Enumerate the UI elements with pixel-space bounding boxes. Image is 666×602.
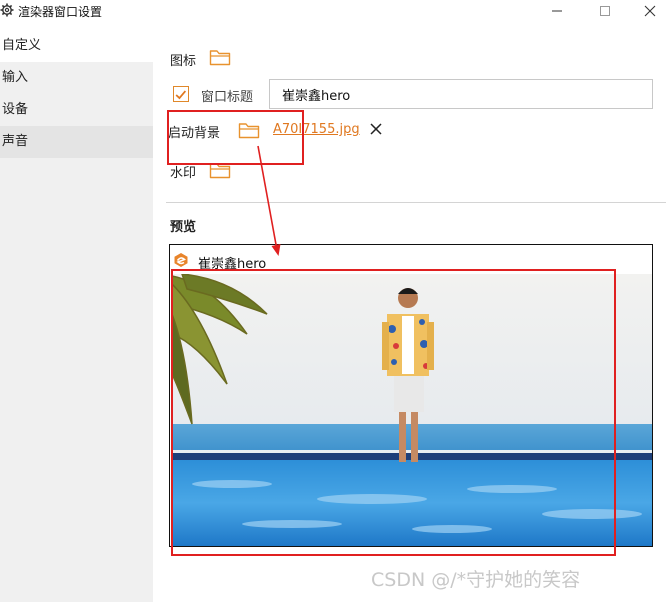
icon-folder-icon[interactable] (209, 48, 231, 66)
watermark-label: 水印 (170, 166, 197, 181)
sidebar-item-label: 输入 (2, 70, 29, 85)
startup-bg-file-link[interactable]: A70I7155.jpg (273, 122, 360, 137)
minimize-button[interactable] (550, 4, 564, 18)
watermark-folder-icon[interactable] (209, 161, 231, 179)
icon-label: 图标 (170, 54, 197, 69)
divider (166, 202, 666, 203)
remove-file-icon[interactable] (369, 122, 383, 136)
sidebar-item-sound[interactable]: 声音 (0, 126, 153, 158)
preview-window-title: 崔崇鑫hero (198, 257, 267, 272)
sidebar: 自定义 输入 设备 声音 (0, 30, 153, 602)
window-title-input[interactable] (269, 79, 653, 109)
startup-bg-label: 启动背景 (168, 126, 221, 141)
sidebar-item-input[interactable]: 输入 (0, 62, 153, 94)
startup-bg-folder-icon[interactable] (238, 121, 260, 139)
sidebar-item-custom[interactable]: 自定义 (0, 30, 153, 62)
app-logo-icon (174, 253, 188, 267)
preview-label: 预览 (170, 220, 197, 235)
footer-watermark: CSDN @/*守护她的笑容 (371, 569, 581, 591)
gear-icon (0, 3, 14, 17)
maximize-button[interactable] (598, 4, 612, 18)
close-button[interactable] (643, 4, 657, 18)
sidebar-item-label: 设备 (2, 102, 29, 117)
sidebar-item-label: 自定义 (2, 38, 42, 53)
title-bar: 渲染器窗口设置 (0, 0, 666, 24)
preview-background-image (172, 274, 652, 546)
check-icon (175, 90, 187, 100)
sidebar-item-label: 声音 (2, 134, 29, 149)
sidebar-item-device[interactable]: 设备 (0, 94, 153, 126)
window-title-checkbox[interactable] (173, 86, 189, 102)
window-title-label: 窗口标题 (201, 90, 254, 105)
window-title: 渲染器窗口设置 (18, 5, 103, 19)
